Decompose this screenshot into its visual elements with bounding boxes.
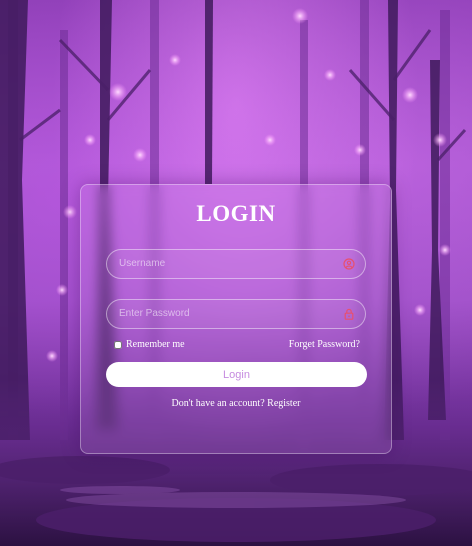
- password-field[interactable]: [106, 299, 366, 329]
- lock-icon: [344, 308, 354, 320]
- username-field[interactable]: [106, 249, 366, 279]
- user-icon: [343, 258, 355, 270]
- username-input[interactable]: [119, 250, 329, 277]
- remember-me-label: Remember me: [126, 339, 185, 350]
- login-button[interactable]: Login: [106, 362, 367, 387]
- remember-me[interactable]: Remember me: [114, 339, 185, 350]
- login-title: LOGIN: [196, 201, 276, 226]
- no-account-text: Don't have an account?: [171, 398, 268, 409]
- register-row: Don't have an account? Register: [81, 398, 391, 409]
- forgot-password-link[interactable]: Forget Password?: [289, 339, 360, 350]
- login-card: LOGIN Remember me Forget Password? Login…: [80, 184, 392, 454]
- password-input[interactable]: [119, 300, 329, 327]
- remember-me-checkbox[interactable]: [114, 340, 122, 349]
- register-link[interactable]: Register: [267, 398, 300, 409]
- options-row: Remember me Forget Password?: [114, 339, 360, 353]
